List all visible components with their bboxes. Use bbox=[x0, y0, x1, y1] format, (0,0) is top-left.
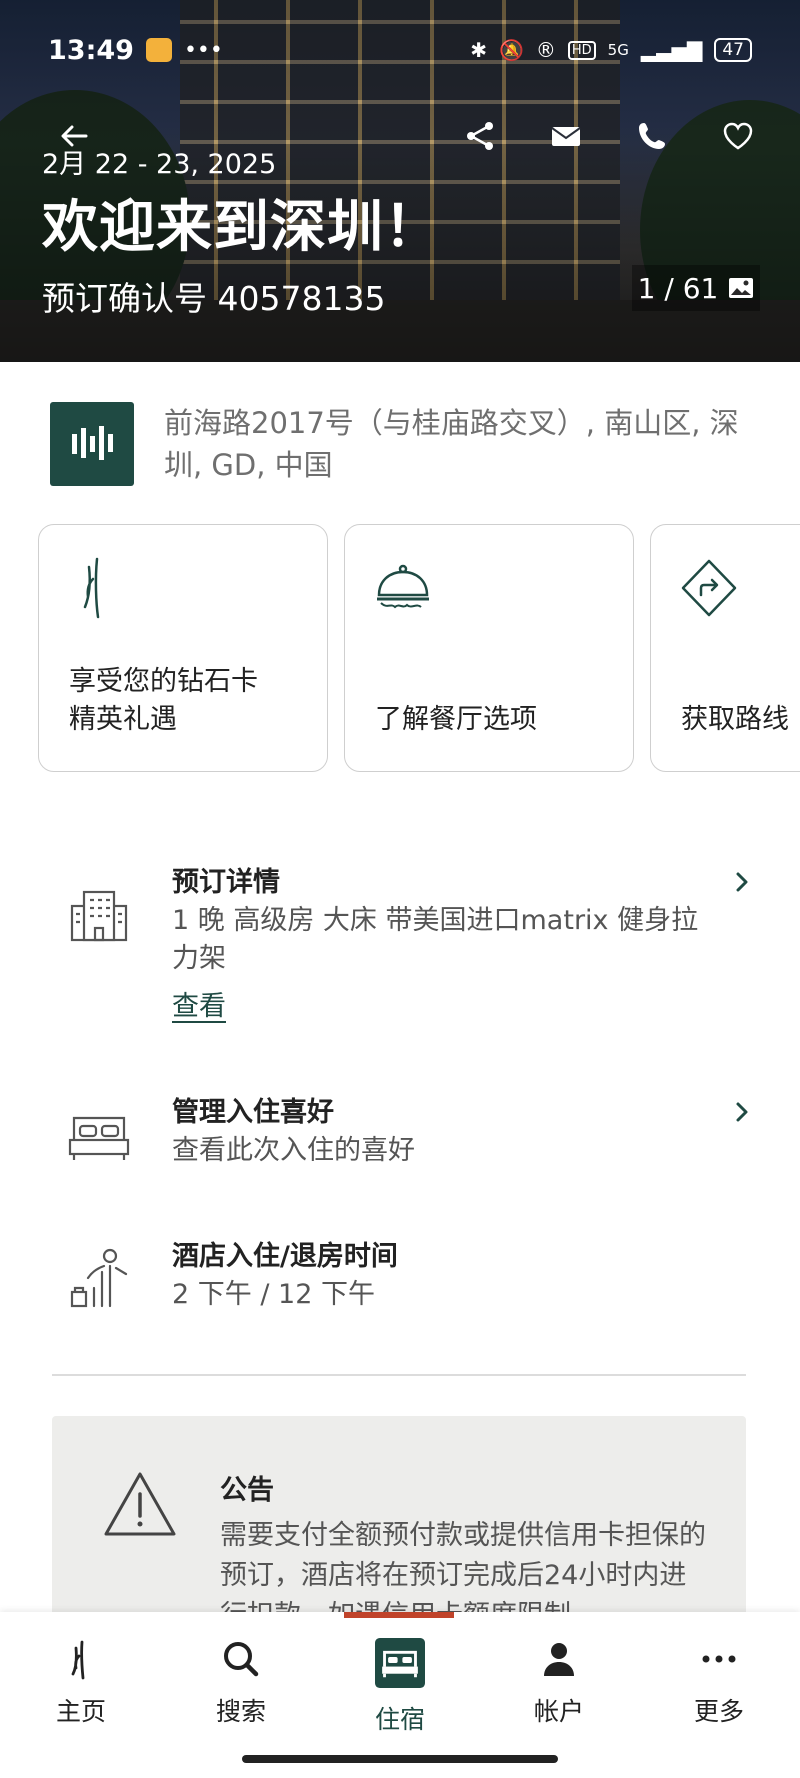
preferences-title: 管理入住喜好 bbox=[172, 1097, 334, 1128]
elite-benefits-line1: 享受您的钻石卡 bbox=[69, 666, 258, 697]
gallery-icon bbox=[729, 278, 754, 298]
hotel-address[interactable]: 前海路2017号（与桂庙路交叉）, 南山区, 深圳, GD, 中国 bbox=[164, 402, 764, 486]
checkin-title: 酒店入住/退房时间 bbox=[172, 1241, 398, 1272]
phone-icon[interactable] bbox=[634, 118, 670, 154]
tab-stays[interactable]: 住宿 bbox=[345, 1638, 455, 1738]
search-icon bbox=[224, 1642, 259, 1677]
announcement-box: 公告 需要支付全额预付款或提供信用卡担保的预订，酒店将在预订完成后24小时内进行… bbox=[52, 1416, 746, 1616]
directions-card[interactable]: 获取路线 bbox=[650, 524, 800, 772]
home-gesture-bar[interactable] bbox=[242, 1755, 558, 1763]
bottom-tab-bar: 主页 搜索 住宿 帐户 更多 bbox=[0, 1612, 800, 1778]
person-icon bbox=[544, 1643, 574, 1676]
bed-icon bbox=[375, 1638, 425, 1688]
hotel-building-icon bbox=[70, 890, 128, 942]
checkin-times-row: 酒店入住/退房时间 2 下午 / 12 下午 bbox=[0, 1234, 800, 1324]
brand-icon bbox=[83, 557, 100, 619]
section-divider bbox=[52, 1374, 746, 1376]
tab-search[interactable]: 搜索 bbox=[186, 1638, 296, 1738]
announcement-text: 需要支付全额预付款或提供信用卡担保的预订，酒店将在预订完成后24小时内进行扣款，… bbox=[220, 1520, 706, 1616]
dining-cloche-icon bbox=[377, 564, 429, 609]
signal-icon: ▂▃▅▇ bbox=[640, 38, 703, 62]
directions-label: 获取路线 bbox=[681, 704, 789, 735]
status-right: ✱ 🔕 ® HD 5G ▂▃▅▇ 47 bbox=[470, 38, 752, 62]
dining-label: 了解餐厅选项 bbox=[375, 704, 537, 735]
network-label: 5G bbox=[607, 41, 629, 59]
stay-dates: 2月 22 - 23, 2025 bbox=[42, 149, 277, 180]
status-time: 13:49 bbox=[48, 34, 134, 66]
reservation-room-details: 1 晚 高级房 大床 带美国进口matrix 健身拉力架 bbox=[172, 905, 699, 974]
view-reservation-link[interactable]: 查看 bbox=[172, 984, 226, 1023]
reservation-details-row[interactable]: 预订详情 1 晚 高级房 大床 带美国进口matrix 健身拉力架 查看 bbox=[0, 860, 800, 1030]
bed-outline-icon bbox=[68, 1116, 130, 1160]
directions-icon bbox=[681, 559, 737, 617]
quick-actions-carousel[interactable]: 享受您的钻石卡 精英礼遇 了解餐厅选项 获取路线 bbox=[38, 524, 800, 774]
warning-triangle-icon bbox=[104, 1472, 176, 1536]
tab-stays-label: 住宿 bbox=[374, 1705, 425, 1734]
share-icon[interactable] bbox=[462, 118, 498, 154]
brand-logo-icon bbox=[72, 426, 113, 460]
mail-icon[interactable] bbox=[548, 118, 584, 154]
hotel-logo bbox=[50, 402, 134, 486]
home-brand-icon bbox=[71, 1640, 85, 1680]
elite-benefits-label: 享受您的钻石卡 精英礼遇 bbox=[69, 663, 313, 739]
tab-account-label: 帐户 bbox=[533, 1697, 584, 1726]
confirmation-number: 预订确认号 40578135 bbox=[42, 279, 386, 318]
tab-home[interactable]: 主页 bbox=[26, 1638, 136, 1738]
tab-account[interactable]: 帐户 bbox=[504, 1638, 614, 1738]
notification-icon bbox=[145, 38, 172, 62]
stay-preferences-row[interactable]: 管理入住喜好 查看此次入住的喜好 bbox=[0, 1090, 800, 1180]
tab-home-label: 主页 bbox=[55, 1697, 106, 1726]
reservation-title: 预订详情 bbox=[172, 867, 280, 898]
active-tab-indicator bbox=[344, 1612, 454, 1618]
hd-icon: HD bbox=[567, 40, 596, 60]
checkin-times: 2 下午 / 12 下午 bbox=[172, 1279, 375, 1310]
status-bar: 13:49 ••• ✱ 🔕 ® HD 5G ▂▃▅▇ 47 bbox=[48, 30, 752, 70]
welcome-title: 欢迎来到深圳！ bbox=[42, 195, 441, 260]
chevron-right-icon bbox=[736, 872, 748, 892]
battery-icon: 47 bbox=[714, 38, 752, 62]
battery-level: 47 bbox=[722, 40, 744, 60]
status-more-icon: ••• bbox=[183, 37, 223, 63]
tab-more[interactable]: 更多 bbox=[664, 1638, 774, 1738]
heart-icon[interactable] bbox=[720, 118, 756, 154]
tab-search-label: 搜索 bbox=[215, 1697, 266, 1726]
photo-counter[interactable]: 1 / 61 bbox=[632, 265, 760, 311]
mute-icon: 🔕 bbox=[498, 38, 524, 62]
tab-more-label: 更多 bbox=[693, 1697, 744, 1726]
chevron-right-icon bbox=[736, 1102, 748, 1122]
bluetooth-icon: ✱ bbox=[470, 38, 487, 62]
elite-benefits-line2: 精英礼遇 bbox=[69, 704, 177, 735]
dining-card[interactable]: 了解餐厅选项 bbox=[344, 524, 634, 772]
registered-icon: ® bbox=[535, 38, 556, 62]
bellhop-person-icon bbox=[70, 1248, 128, 1308]
announcement-title: 公告 bbox=[220, 1475, 274, 1506]
elite-benefits-card[interactable]: 享受您的钻石卡 精英礼遇 bbox=[38, 524, 328, 772]
more-icon bbox=[702, 1655, 736, 1663]
preferences-subtitle: 查看此次入住的喜好 bbox=[172, 1135, 415, 1166]
photo-count: 1 / 61 bbox=[637, 271, 719, 305]
hero-photo[interactable]: 13:49 ••• ✱ 🔕 ® HD 5G ▂▃▅▇ 47 2月 22 - 23… bbox=[0, 0, 800, 362]
